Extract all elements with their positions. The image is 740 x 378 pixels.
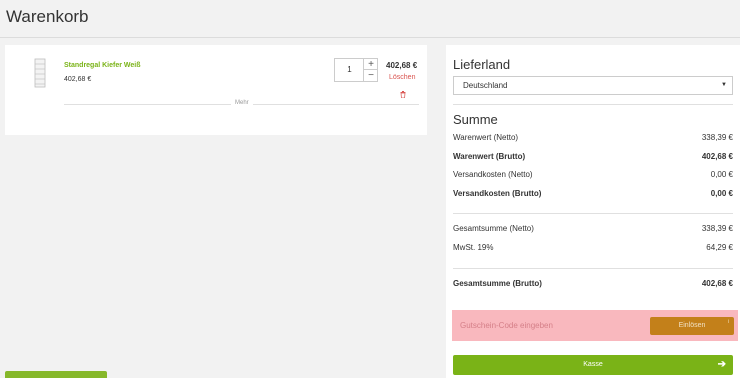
sum-row-value: 64,29 € — [706, 243, 733, 252]
sum-row-label: Warenwert (Brutto) — [453, 152, 526, 161]
info-icon: i — [727, 319, 729, 325]
quantity-buttons: + − — [363, 59, 378, 81]
sum-row-label: MwSt. 19% — [453, 243, 494, 252]
sum-row-value: 0,00 € — [710, 189, 733, 198]
divider — [453, 104, 733, 105]
sum-row: Versandkosten (Netto) 0,00 € — [453, 170, 733, 182]
sum-row: Versandkosten (Brutto) 0,00 € — [453, 189, 733, 201]
more-toggle[interactable]: Mehr — [231, 100, 253, 106]
redeem-voucher-button[interactable]: Einlösen i — [650, 317, 734, 335]
quantity-stepper: 1 + − — [334, 58, 378, 82]
sum-row-value: 338,39 € — [701, 133, 733, 142]
quantity-plus-button[interactable]: + — [364, 59, 378, 70]
arrow-right-icon: ➔ — [717, 359, 726, 370]
country-select[interactable]: Deutschland ▼ — [453, 76, 733, 95]
divider — [453, 268, 733, 269]
line-total: 402,68 € — [386, 61, 418, 70]
sum-row: MwSt. 19% 64,29 € — [453, 243, 733, 255]
continue-shopping-button[interactable] — [5, 371, 107, 378]
sum-row-value: 0,00 € — [710, 170, 733, 179]
sum-row-value: 402,68 € — [701, 152, 733, 161]
quantity-input[interactable]: 1 — [335, 59, 364, 81]
voucher-form: Gutschein-Code eingeben Einlösen i — [452, 310, 738, 341]
cart-item-panel: Standregal Kiefer Weiß 402,68 € 1 + − 40… — [5, 45, 427, 135]
product-image[interactable] — [30, 58, 50, 88]
sum-row: Warenwert (Brutto) 402,68 € — [453, 152, 733, 164]
delete-link[interactable]: Löschen — [389, 74, 415, 81]
delivery-country-heading: Lieferland — [453, 57, 511, 72]
trash-icon[interactable] — [400, 85, 406, 99]
page-title: Warenkorb — [6, 7, 89, 26]
checkout-label: Kasse — [583, 361, 603, 368]
total-value: 402,68 € — [701, 279, 733, 288]
redeem-voucher-label: Einlösen — [678, 322, 706, 329]
sum-row-value: 338,39 € — [701, 224, 733, 233]
voucher-code-input[interactable]: Gutschein-Code eingeben — [459, 317, 649, 335]
product-name-link[interactable]: Standregal Kiefer Weiß — [64, 62, 141, 69]
chevron-down-icon: ▼ — [721, 82, 727, 88]
sum-row-label: Versandkosten (Netto) — [453, 170, 533, 179]
sum-row: Warenwert (Netto) 338,39 € — [453, 133, 733, 145]
total-row: Gesamtsumme (Brutto) 402,68 € — [453, 279, 733, 291]
product-unit-price: 402,68 € — [64, 76, 92, 83]
summary-panel: Lieferland Deutschland ▼ Summe Warenwert… — [446, 45, 740, 378]
quantity-minus-button[interactable]: − — [364, 70, 378, 81]
sum-row-label: Versandkosten (Brutto) — [453, 189, 542, 198]
sum-row: Gesamtsumme (Netto) 338,39 € — [453, 224, 733, 236]
title-divider — [0, 37, 740, 38]
total-label: Gesamtsumme (Brutto) — [453, 279, 542, 288]
sum-row-label: Gesamtsumme (Netto) — [453, 224, 534, 233]
sum-heading: Summe — [453, 112, 498, 127]
checkout-button[interactable]: Kasse ➔ — [453, 355, 733, 375]
sum-row-label: Warenwert (Netto) — [453, 133, 519, 142]
divider — [453, 213, 733, 214]
country-select-value: Deutschland — [463, 81, 508, 90]
